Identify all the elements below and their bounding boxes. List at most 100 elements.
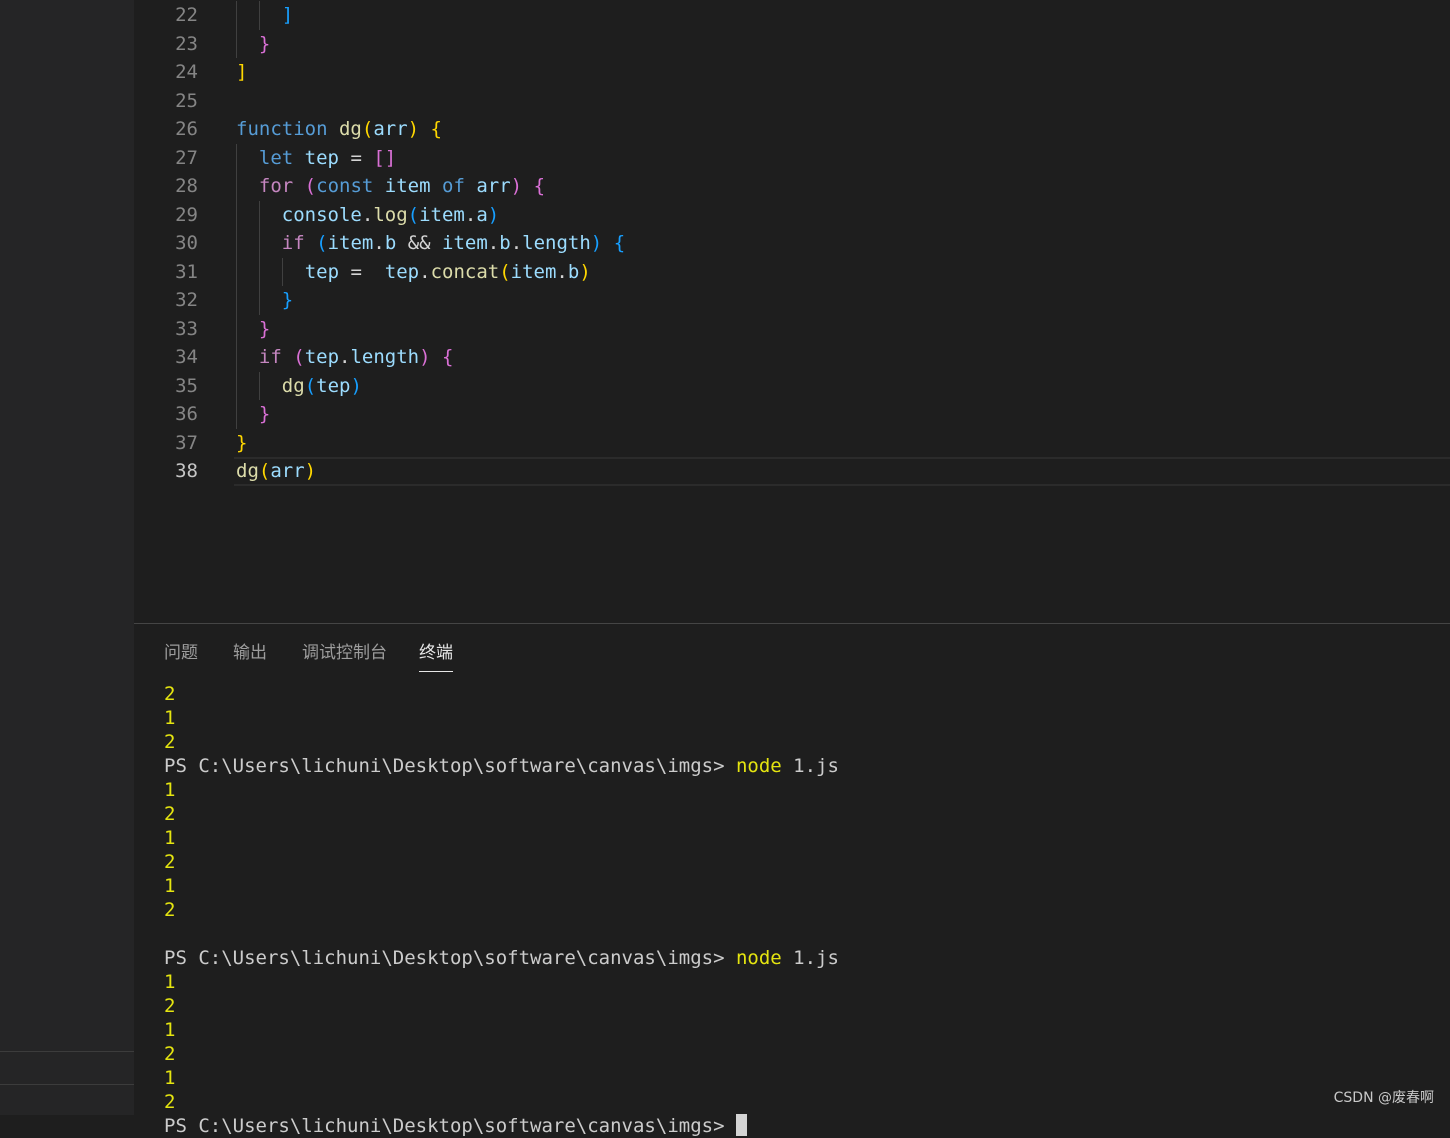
code-token: tep [384,260,420,283]
terminal-output: 1 [164,875,176,897]
indent-guide [281,257,283,286]
code-token: log [373,203,408,226]
code-token: function [236,118,328,140]
indent-guide [236,343,237,372]
indent-guide [236,314,237,343]
code-token: const [316,175,374,197]
line-number: 36 [175,403,198,425]
indent-guide [258,371,260,400]
code-line[interactable]: 28 for (const item of arr) { [134,172,1450,201]
code-token: ( [293,346,305,368]
code-token: ) [350,374,362,397]
terminal-output: 2 [164,683,176,705]
code-token: . [373,232,385,254]
code-token: item [510,260,557,283]
indent-guide [236,200,237,229]
code-line[interactable]: 34 if (tep.length) { [134,343,1450,372]
code-line[interactable]: 33} [134,314,1450,344]
line-number: 38 [175,460,198,482]
code-text: } [259,30,270,59]
code-text: dg(tep) [282,372,362,401]
indent-guide [236,286,237,315]
terminal-line: 2 [164,850,175,874]
code-token: ) [510,175,523,197]
code-token: ( [316,232,328,254]
code-token: } [258,317,271,340]
code-text: } [259,315,270,344]
panel-tab[interactable]: 问题 [164,641,198,671]
code-token: { [442,346,454,368]
terminal-command: node [735,755,782,777]
terminal-line: PS C:\Users\lichuni\Desktop\software\can… [164,1114,747,1138]
code-token: b [384,232,397,254]
indent-guide [258,257,260,286]
code-text: function dg(arr) { [236,115,442,144]
code-text: console.log(item.a) [282,201,499,230]
code-token: ) [407,118,420,140]
code-token: ( [499,260,511,283]
terminal-prompt: PS C:\Users\lichuni\Desktop\software\can… [164,1115,736,1137]
code-line[interactable]: 38 dg(arr) [134,457,1450,486]
code-line[interactable]: 32} [134,286,1450,315]
code-text: if (item.b && item.b.length) { [282,229,625,258]
code-text: ] [236,58,247,87]
code-line[interactable]: 37} [134,429,1450,458]
code-token: item [442,232,488,254]
terminal-line: 2 [164,994,175,1018]
code-text: if (tep.length) { [259,343,454,372]
panel-tab[interactable]: 调试控制台 [302,641,387,671]
line-number: 34 [175,346,198,368]
code-text: let tep = [] [259,144,396,173]
code-token: ( [304,175,317,197]
code-token: a [476,203,488,226]
code-line[interactable]: 25 [134,87,1450,116]
indent-guide [236,143,237,172]
code-editor[interactable]: 22] 23} 24] 25 26 function dg(arr) {27 let tep… [134,0,1450,623]
code-text: } [282,286,293,315]
terminal-cursor [735,1114,747,1136]
code-token: = [339,260,385,283]
indent-guide [236,400,237,429]
watermark: CSDN @废春啊 [1333,1090,1434,1106]
line-number: 35 [175,374,198,397]
terminal-argument: 1.js [781,755,839,777]
code-line[interactable]: 23} [134,29,1450,59]
panel-tab[interactable]: 终端 [419,641,453,672]
code-token: ) [579,260,591,283]
indent-guide [258,286,260,315]
code-token: concat [430,260,500,283]
code-line[interactable]: 31 tep = tep.concat(item.b) [134,257,1450,286]
indent-guide [258,1,260,30]
line-number: 37 [175,431,198,454]
code-line[interactable]: 36} [134,400,1450,429]
code-token: . [556,260,568,283]
code-token: tep [316,374,351,397]
code-line[interactable]: 22] [134,1,1450,30]
code-token: ( [407,203,420,226]
code-token: } [258,32,271,55]
code-line[interactable]: 24] [134,58,1450,87]
code-line[interactable]: 26 function dg(arr) { [134,115,1450,144]
code-line[interactable]: 29 console.log(item.a) [134,200,1450,230]
code-line[interactable]: 27 let tep = [] [134,143,1450,173]
code-token: { [613,232,626,254]
line-number: 29 [175,203,198,226]
panel-tab[interactable]: 输出 [233,641,267,671]
code-token: ) [590,232,603,254]
code-token: { [430,118,442,140]
bottom-panel: 问题 输出 调试控制台 终端 2 1 2 PS C:\Users\lichuni\Deskt… [134,624,1450,1137]
code-token: ) [304,460,317,482]
code-line[interactable]: 30 if (item.b && item.b.length) { [134,229,1450,258]
code-token: arr [476,175,511,197]
code-token: . [510,232,523,254]
code-line[interactable]: 35 dg(tep) [134,371,1450,401]
terminal-output: 1 [164,1067,176,1089]
